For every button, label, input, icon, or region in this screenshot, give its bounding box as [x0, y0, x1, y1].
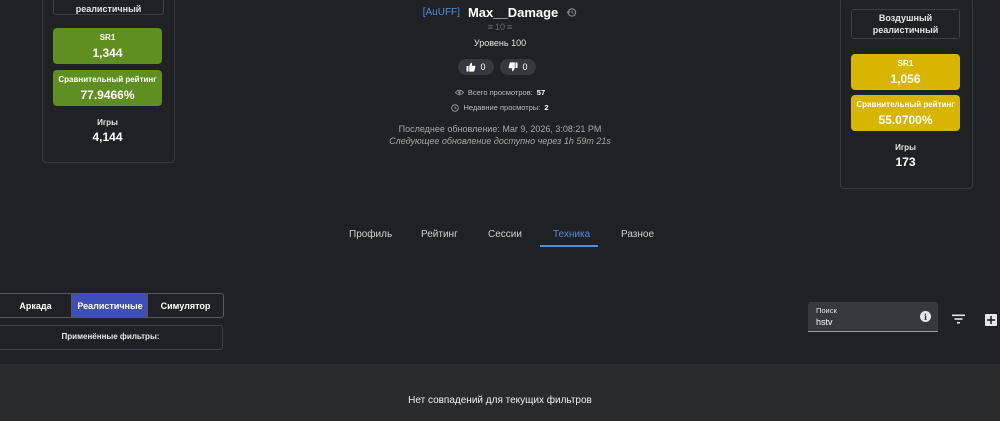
next-update-text: Следующее обновление доступно через 1h 5…	[389, 136, 611, 146]
right-sr-tile: SR1 1,056	[851, 54, 960, 90]
like-count: 0	[480, 62, 486, 72]
mode-arcade-button[interactable]: Аркада	[0, 293, 72, 318]
left-sr-value: 1,344	[92, 45, 123, 60]
add-icon[interactable]	[985, 314, 997, 326]
tab-rating[interactable]: Рейтинг	[421, 229, 458, 240]
left-card-title-text: Танковый реалистичный	[75, 0, 142, 14]
thumbs-up-icon	[466, 62, 476, 72]
clock-icon	[451, 103, 460, 112]
tab-profile[interactable]: Профиль	[349, 229, 392, 240]
right-card-title-text: Воздушный реалистичный	[872, 13, 939, 35]
player-level: Уровень 100	[473, 38, 527, 48]
total-views-label: Всего просмотров:	[467, 88, 533, 97]
recent-views-label: Недавние просмотры:	[463, 103, 541, 112]
search-field[interactable]: Поиск i	[808, 302, 938, 332]
mode-simulator-label: Симулятор	[160, 300, 211, 311]
last-update-text: Последнее обновление: Mar 9, 2026, 3:08:…	[398, 124, 602, 134]
eye-icon	[454, 89, 464, 96]
right-rating-label: Сравнительный рейтинг	[856, 99, 955, 109]
empty-results-message: Нет совпадений для текущих фильтров	[408, 395, 592, 406]
search-input[interactable]	[814, 316, 918, 328]
tab-vehicles[interactable]: Техника	[553, 229, 590, 240]
active-tab-indicator	[540, 245, 598, 247]
applied-filters-box: Применённые фильтры:	[0, 325, 223, 350]
applied-filters-label: Применённые фильтры:	[61, 332, 160, 341]
left-games-label: Игры	[97, 118, 118, 127]
rank-value: 10	[494, 22, 505, 32]
mode-simulator-button[interactable]: Симулятор	[147, 293, 224, 318]
player-header: [AuUFF] Max__Damage	[380, 4, 620, 20]
total-views-value: 57	[536, 88, 546, 97]
left-sr-label: SR1	[99, 32, 116, 42]
left-sr-tile: SR1 1,344	[53, 28, 162, 64]
left-rating-label: Сравнительный рейтинг	[58, 74, 157, 84]
results-panel: Нет совпадений для текущих фильтров	[0, 364, 1000, 421]
history-icon[interactable]	[566, 7, 577, 18]
tab-misc[interactable]: Разное	[621, 229, 654, 240]
right-games-value: 173	[895, 155, 916, 169]
right-rating-tile: Сравнительный рейтинг 55.0700%	[851, 95, 960, 131]
clan-tag[interactable]: [AuUFF]	[423, 7, 460, 18]
right-sr-label: SR1	[897, 58, 914, 68]
recent-views-row: Недавние просмотры: 2	[420, 102, 580, 113]
mode-arcade-label: Аркада	[19, 300, 52, 311]
mode-realistic-label: Реалистичные	[77, 300, 143, 311]
rank-badge: ≡ 10 ≡	[470, 21, 530, 33]
search-label: Поиск	[816, 306, 837, 315]
info-icon[interactable]: i	[920, 311, 931, 322]
like-button[interactable]: 0	[458, 59, 494, 75]
total-views-row: Всего просмотров: 57	[420, 87, 580, 98]
thumbs-down-icon	[508, 62, 518, 72]
left-rating-tile: Сравнительный рейтинг 77.9466%	[53, 70, 162, 106]
recent-views-value: 2	[544, 103, 549, 112]
tab-sessions[interactable]: Сессии	[488, 229, 522, 240]
rank-wings-right-icon: ≡	[507, 22, 513, 32]
player-name: Max__Damage	[467, 4, 559, 20]
right-rating-value: 55.0700%	[878, 112, 933, 127]
right-sr-value: 1,056	[890, 71, 921, 86]
right-stat-card: Воздушный реалистичный SR1 1,056 Сравнит…	[840, 0, 973, 189]
left-rating-value: 77.9466%	[80, 87, 135, 102]
rank-wings-left-icon: ≡	[487, 22, 493, 32]
dislike-button[interactable]: 0	[500, 59, 536, 75]
right-card-title: Воздушный реалистичный	[851, 9, 960, 39]
right-games-label: Игры	[895, 143, 916, 152]
dislike-count: 0	[522, 62, 528, 72]
filter-icon[interactable]	[952, 314, 965, 324]
left-stat-card: Танковый реалистичный SR1 1,344 Сравните…	[42, 0, 175, 163]
left-games-value: 4,144	[92, 130, 123, 144]
left-card-title: Танковый реалистичный	[53, 0, 164, 15]
mode-realistic-button[interactable]: Реалистичные	[71, 293, 148, 318]
